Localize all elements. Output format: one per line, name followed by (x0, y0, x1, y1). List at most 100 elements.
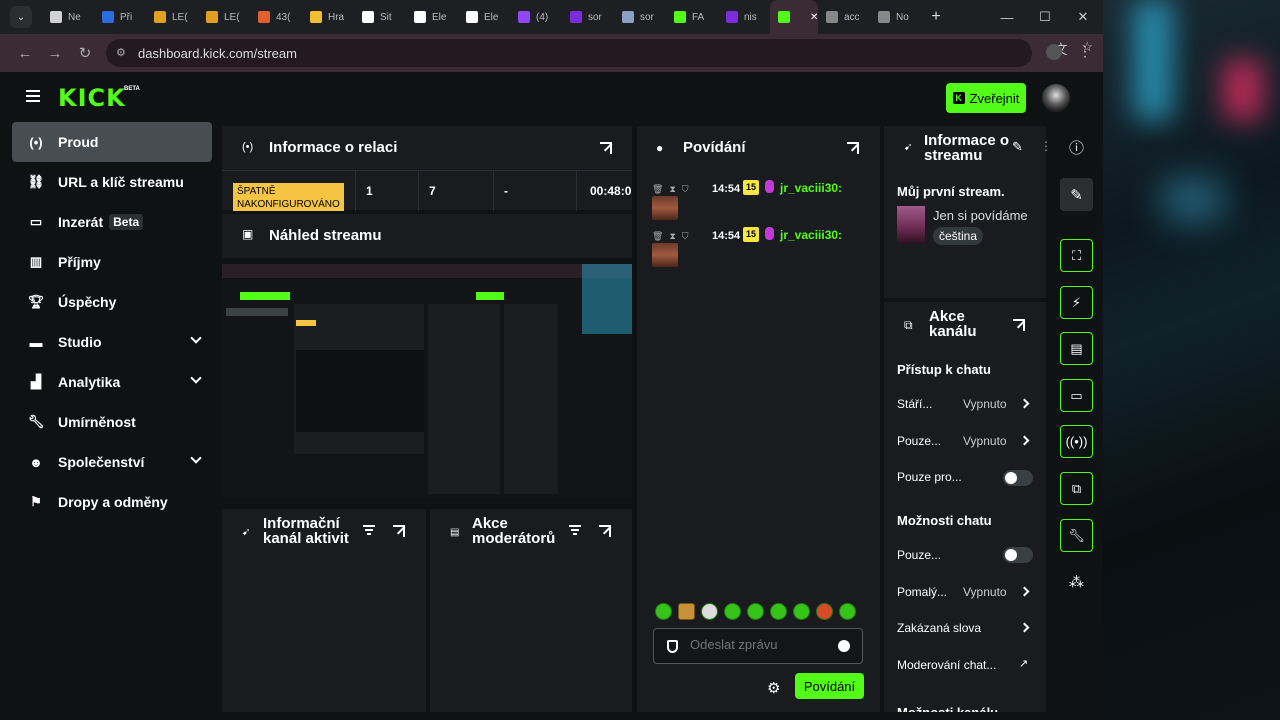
tab-search-button[interactable]: ⌄ (10, 6, 32, 28)
sidebar-item-analytics[interactable]: ▟ Analytika (12, 362, 212, 402)
chat-message-input[interactable] (690, 637, 840, 652)
sidebar-item-community[interactable]: ☻ Společenství (12, 442, 212, 482)
tab[interactable]: Sit (354, 0, 406, 34)
publish-button[interactable]: K Zveřejnit (946, 83, 1026, 113)
apps-icon[interactable]: ⁂ (1060, 565, 1093, 598)
chat-username[interactable]: jr_vaciii30: (780, 181, 842, 195)
emoji-icon[interactable] (838, 640, 850, 652)
site-info-icon[interactable]: ⚙ (116, 46, 130, 60)
popout-icon[interactable] (847, 142, 859, 154)
close-window-button[interactable]: ✕ (1064, 0, 1102, 34)
filter-icon[interactable] (569, 525, 581, 537)
tab[interactable]: LE( (198, 0, 250, 34)
chat-access-option[interactable]: Stáří... (897, 397, 932, 411)
popout-icon[interactable] (1013, 319, 1025, 331)
sidebar-item-stream-url[interactable]: ⛓ URL a klíč streamu (12, 162, 212, 202)
sidebar-item-achievements[interactable]: 🏆︎ Úspěchy (12, 282, 212, 322)
stream-preview-video[interactable] (222, 264, 632, 497)
tab-active[interactable]: ✕ (770, 0, 818, 34)
delete-icon[interactable]: 🗑︎ (652, 231, 663, 242)
tab[interactable]: Ne (42, 0, 94, 34)
lightning-icon[interactable]: ⚡︎ (1060, 286, 1093, 319)
emote-icon[interactable] (701, 603, 718, 620)
forward-button[interactable]: → (40, 45, 70, 62)
emote-icon[interactable] (770, 603, 787, 620)
tab[interactable]: acc (818, 0, 870, 34)
timeout-icon[interactable]: ⧗ (669, 184, 675, 195)
tab[interactable]: sor (562, 0, 614, 34)
tab[interactable]: sor (614, 0, 666, 34)
chat-access-option[interactable]: Pouze... (897, 434, 941, 448)
screen-capture-icon[interactable]: ⛶ (1060, 239, 1093, 272)
back-button[interactable]: ← (10, 45, 40, 62)
sidebar-item-moderation[interactable]: 🔧︎ Umírněnost (12, 402, 212, 442)
profile-icon[interactable] (1046, 44, 1062, 60)
sidebar-item-studio[interactable]: ▬ Studio (12, 322, 212, 362)
tab[interactable]: Hra (302, 0, 354, 34)
reload-button[interactable]: ↻ (70, 44, 100, 62)
chat-option[interactable]: Pomalý... (897, 585, 947, 599)
tab-label: sor (640, 11, 654, 23)
emote-icon[interactable] (793, 603, 810, 620)
tab[interactable]: nis (718, 0, 770, 34)
edit-icon[interactable]: ✎ (1060, 178, 1093, 211)
tab-label: nis (744, 11, 757, 23)
notes-icon[interactable]: ▤ (1060, 332, 1093, 365)
emote-icon[interactable] (678, 603, 695, 620)
tab[interactable]: FA (666, 0, 718, 34)
chat-username[interactable]: jr_vaciii30: (780, 228, 842, 242)
chat-message[interactable]: 🗑︎ ⧗ ⛉ 14:54 15 jr_vaciii30: (652, 227, 877, 275)
sidebar-item-ads[interactable]: ▭ Inzerát Beta (12, 202, 212, 242)
kick-logo[interactable]: KICK (58, 84, 126, 112)
sidebar-item-stream[interactable]: (•) Proud (12, 122, 212, 162)
channel-icon[interactable]: ⧉ (1060, 472, 1093, 505)
new-tab-button[interactable]: + (922, 8, 950, 26)
chat-option[interactable]: Moderování chat... (897, 658, 996, 672)
tab[interactable]: Při (94, 0, 146, 34)
tab[interactable]: Ele (406, 0, 458, 34)
tab[interactable]: No (870, 0, 922, 34)
menu-icon[interactable] (26, 90, 40, 102)
delete-icon[interactable]: 🗑︎ (652, 184, 663, 195)
timeout-icon[interactable]: ⧗ (669, 231, 675, 242)
channel-icon: ⧉ (904, 318, 913, 332)
send-chat-button[interactable]: Povídání (795, 673, 864, 699)
chat-input-box[interactable] (653, 628, 863, 664)
popout-icon[interactable] (600, 142, 612, 154)
filter-icon[interactable] (363, 525, 375, 537)
gear-icon[interactable]: ⚙ (767, 679, 780, 697)
chevron-down-icon[interactable] (190, 332, 202, 344)
emote-icon[interactable] (655, 603, 672, 620)
browser-menu-icon[interactable]: ⋮ (1078, 43, 1092, 60)
url-field[interactable]: ⚙ dashboard.kick.com/stream (106, 39, 1032, 67)
tab[interactable]: LE( (146, 0, 198, 34)
sidebar-item-drops[interactable]: ⚑ Dropy a odměny (12, 482, 212, 522)
minimize-button[interactable]: — (988, 0, 1026, 34)
tab[interactable]: (4) (510, 0, 562, 34)
chevron-down-icon[interactable] (190, 372, 202, 384)
chevron-down-icon[interactable] (190, 452, 202, 464)
toggle-switch[interactable] (1003, 470, 1033, 486)
sidebar-item-revenue[interactable]: ▥ Příjmy (12, 242, 212, 282)
emote-icon[interactable] (839, 603, 856, 620)
popout-icon[interactable] (599, 525, 611, 537)
maximize-button[interactable]: ☐ (1026, 0, 1064, 34)
info-icon[interactable]: ⓘ (1060, 131, 1093, 164)
avatar[interactable] (1042, 84, 1070, 112)
toggle-switch[interactable] (1003, 547, 1033, 563)
emote-icon[interactable] (724, 603, 741, 620)
chat-icon[interactable]: ▭ (1060, 379, 1093, 412)
close-tab-icon[interactable]: ✕ (810, 12, 818, 23)
tab[interactable]: 43( (250, 0, 302, 34)
broadcast-icon[interactable]: ((•)) (1060, 425, 1093, 458)
wrench-icon[interactable]: 🔧︎ (1060, 519, 1093, 552)
edit-icon[interactable]: ✎ (1012, 139, 1023, 155)
chat-option[interactable]: Zakázaná slova (897, 621, 981, 635)
tab[interactable]: Ele (458, 0, 510, 34)
emote-icon[interactable] (747, 603, 764, 620)
external-link-icon[interactable]: ↗ (1019, 657, 1028, 670)
emote-icon[interactable] (816, 603, 833, 620)
chat-message[interactable]: 🗑︎ ⧗ ⛉ 14:54 15 jr_vaciii30: (652, 180, 877, 228)
shield-icon[interactable] (667, 640, 678, 653)
popout-icon[interactable] (393, 525, 405, 537)
